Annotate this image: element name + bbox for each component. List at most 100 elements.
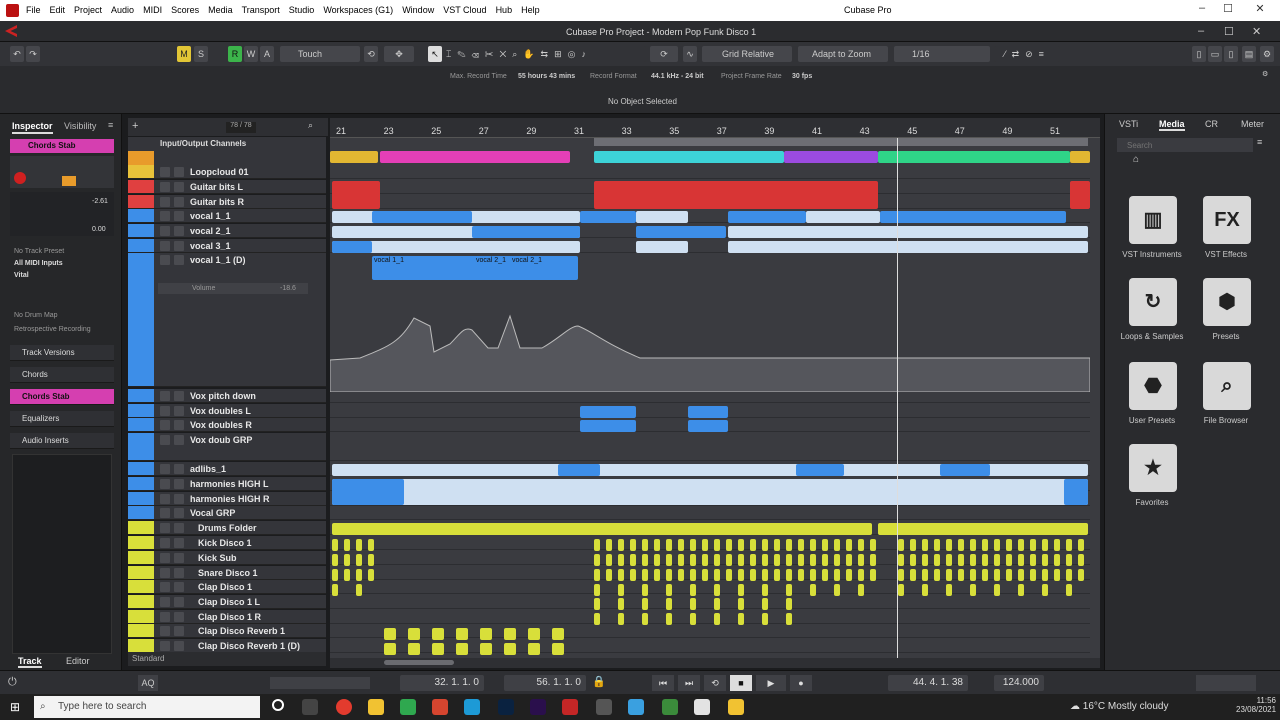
drum-hit-event[interactable] <box>344 569 350 581</box>
menu-workspaces-g1-[interactable]: Workspaces (G1) <box>323 5 393 15</box>
section-equalizers[interactable]: Equalizers <box>10 411 114 427</box>
drum-hit-event[interactable] <box>810 584 816 596</box>
cortana-icon[interactable] <box>272 699 284 711</box>
solo-icon[interactable] <box>174 612 184 622</box>
layout-right-icon[interactable]: ▯ <box>1224 46 1238 62</box>
media-tile[interactable]: ⌕ File Browser <box>1181 362 1273 425</box>
drum-hit-event[interactable] <box>786 584 792 596</box>
drum-hit-event[interactable] <box>702 554 708 566</box>
track-name[interactable]: Drums Folder <box>198 523 257 533</box>
drum-hit-event[interactable] <box>642 584 648 596</box>
drum-hit-event[interactable] <box>786 539 792 551</box>
drum-hit-event[interactable] <box>606 539 612 551</box>
section-track-versions[interactable]: Track Versions <box>10 345 114 361</box>
track-row[interactable]: Kick Sub <box>128 551 326 565</box>
drum-hit-event[interactable] <box>750 539 756 551</box>
drum-hit-event[interactable] <box>910 539 916 551</box>
solo-icon[interactable] <box>174 553 184 563</box>
track-name[interactable]: Clap Disco 1 <box>198 582 252 592</box>
solo-icon[interactable] <box>174 464 184 474</box>
drum-hit-event[interactable] <box>1078 539 1084 551</box>
drum-hit-event[interactable] <box>762 598 768 610</box>
drum-hit-event[interactable] <box>594 539 600 551</box>
mute-icon[interactable] <box>160 435 170 445</box>
tool-palette[interactable]: ⌶✎⌫✂✕⌕✋⇆⊞◎♪ <box>446 46 646 62</box>
inspector-menu-icon[interactable]: ≡ <box>108 120 113 130</box>
cycle-icon[interactable]: ⟲ <box>704 675 726 691</box>
drum-hit-event[interactable] <box>898 569 904 581</box>
drum-hit-event[interactable] <box>970 539 976 551</box>
drum-hit-event[interactable] <box>858 584 864 596</box>
track-search-icon[interactable]: ⌕ <box>308 120 313 131</box>
drum-hit-event[interactable] <box>774 554 780 566</box>
track-row[interactable]: Clap Disco Reverb 1 <box>128 624 326 638</box>
drum-hit-event[interactable] <box>1018 554 1024 566</box>
reverb-event[interactable] <box>480 643 492 655</box>
menu-vst-cloud[interactable]: VST Cloud <box>443 5 486 15</box>
drum-hit-event[interactable] <box>762 613 768 625</box>
vocal-event[interactable] <box>636 211 688 223</box>
arranger-track[interactable] <box>128 151 326 165</box>
stop-icon[interactable]: ■ <box>730 675 752 691</box>
edit-mode-icon[interactable]: ✥ <box>384 46 414 62</box>
drum-hit-event[interactable] <box>630 539 636 551</box>
drum-hit-event[interactable] <box>714 554 720 566</box>
snap-toggle-icon[interactable]: ∿ <box>683 46 697 62</box>
drum-hit-event[interactable] <box>356 554 362 566</box>
track-lane[interactable] <box>330 165 1090 179</box>
read-automation-button[interactable]: R <box>228 46 242 62</box>
solo-icon[interactable] <box>174 197 184 207</box>
mute-icon[interactable] <box>160 553 170 563</box>
drum-hit-event[interactable] <box>726 554 732 566</box>
reverb-event[interactable] <box>528 628 540 640</box>
mute-icon[interactable] <box>160 582 170 592</box>
guitar-event[interactable] <box>1070 181 1090 209</box>
drum-hit-event[interactable] <box>946 554 952 566</box>
maximize-icon[interactable]: ☐ <box>1218 2 1238 18</box>
tab-inspector[interactable]: Inspector <box>12 118 53 134</box>
track-name[interactable]: Vox doubles R <box>190 420 252 430</box>
guitar-event[interactable] <box>332 181 380 209</box>
track-name[interactable]: Loopcloud 01 <box>190 167 249 177</box>
snap-mode-select[interactable]: Adapt to Zoom <box>798 46 888 62</box>
mute-icon[interactable] <box>160 538 170 548</box>
drum-hit-event[interactable] <box>356 539 362 551</box>
drum-hit-event[interactable] <box>690 554 696 566</box>
drum-hit-event[interactable] <box>702 539 708 551</box>
reverb-event[interactable] <box>432 628 444 640</box>
drum-hit-event[interactable] <box>332 539 338 551</box>
retrospective-recording[interactable]: Retrospective Recording <box>14 326 91 333</box>
cycle-range[interactable] <box>594 138 1088 146</box>
drum-hit-event[interactable] <box>618 569 624 581</box>
drum-hit-event[interactable] <box>1078 569 1084 581</box>
drum-hit-event[interactable] <box>666 584 672 596</box>
drum-hit-event[interactable] <box>922 554 928 566</box>
drum-hit-event[interactable] <box>666 598 672 610</box>
track-row[interactable]: Kick Disco 1 <box>128 536 326 550</box>
vocal-event[interactable] <box>636 241 688 253</box>
instrument-select[interactable]: Vital <box>14 272 29 279</box>
drum-hit-event[interactable] <box>690 598 696 610</box>
track-lane[interactable] <box>330 610 1090 624</box>
reverb-event[interactable] <box>384 643 396 655</box>
drum-hit-event[interactable] <box>1030 539 1036 551</box>
vocal-event[interactable] <box>472 226 580 238</box>
loop-tool-icon[interactable]: ⟳ <box>650 46 678 62</box>
drum-hit-event[interactable] <box>1018 569 1024 581</box>
power-icon[interactable]: ⏻ <box>8 676 17 689</box>
menu-file[interactable]: File <box>26 5 41 15</box>
volume-automation-lane[interactable] <box>330 286 1090 392</box>
mute-icon[interactable] <box>160 167 170 177</box>
drum-hit-event[interactable] <box>678 539 684 551</box>
drum-hit-event[interactable] <box>994 569 1000 581</box>
drum-hit-event[interactable] <box>834 569 840 581</box>
solo-icon[interactable] <box>174 211 184 221</box>
auto-scroll-icon[interactable]: ⟲ <box>364 46 378 62</box>
track-name[interactable]: Guitar bits L <box>190 182 243 192</box>
menu-help[interactable]: Help <box>521 5 540 15</box>
solo-icon[interactable] <box>174 508 184 518</box>
arranger-event[interactable] <box>878 151 1070 163</box>
drum-hit-event[interactable] <box>344 539 350 551</box>
track-lane[interactable] <box>330 624 1090 638</box>
track-row[interactable]: Vox doub GRP <box>128 433 326 461</box>
